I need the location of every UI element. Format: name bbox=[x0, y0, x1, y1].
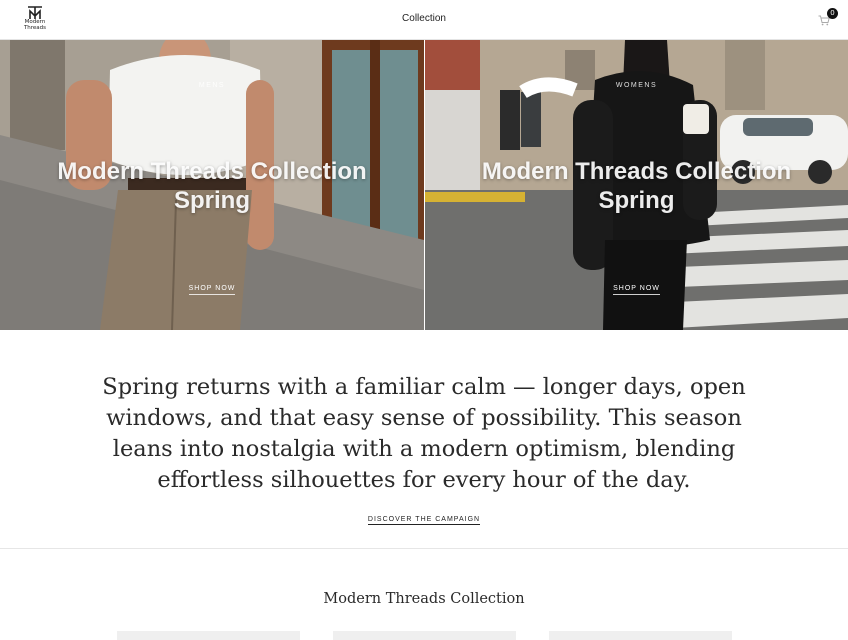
womens-panel-overlay: WOMENS Modern Threads Collection Spring … bbox=[425, 40, 848, 330]
collection-card[interactable] bbox=[549, 631, 732, 640]
nav-collection-label[interactable]: Collection bbox=[402, 13, 446, 24]
hero-banner: MENS Modern Threads Collection Spring SH… bbox=[0, 40, 848, 330]
hero-panel-mens[interactable]: MENS Modern Threads Collection Spring SH… bbox=[0, 40, 424, 330]
hero-panel-womens[interactable]: WOMENS Modern Threads Collection Spring … bbox=[425, 40, 848, 330]
campaign-intro: Spring returns with a familiar calm — lo… bbox=[0, 330, 848, 549]
mens-title: Modern Threads Collection Spring bbox=[57, 158, 367, 214]
mens-kicker: MENS bbox=[198, 82, 226, 89]
collection-heading: Modern Threads Collection bbox=[323, 591, 525, 607]
womens-kicker: WOMENS bbox=[615, 82, 658, 89]
womens-shop-now-link[interactable]: SHOP NOW bbox=[613, 285, 660, 295]
mens-cta-wrap: SHOP NOW bbox=[0, 277, 424, 295]
mens-shop-now-link[interactable]: SHOP NOW bbox=[188, 285, 236, 295]
campaign-intro-text: Spring returns with a familiar calm — lo… bbox=[102, 374, 746, 493]
womens-title: Modern Threads Collection Spring bbox=[481, 158, 792, 214]
site-header: Modern Threads Collection 0 bbox=[0, 0, 848, 40]
discover-campaign-link[interactable]: DISCOVER THE CAMPAIGN bbox=[367, 516, 481, 525]
cart-button[interactable]: 0 bbox=[816, 8, 838, 30]
nav-collection-link: Collection bbox=[0, 13, 848, 24]
womens-cta-wrap: SHOP NOW bbox=[425, 277, 848, 295]
mens-panel-overlay: MENS Modern Threads Collection Spring SH… bbox=[0, 40, 424, 330]
collection-card[interactable] bbox=[117, 631, 300, 640]
cart-count-badge: 0 bbox=[827, 8, 838, 19]
collection-card[interactable] bbox=[333, 631, 516, 640]
logo-line-2: Threads bbox=[23, 24, 47, 31]
campaign-link-wrap: DISCOVER THE CAMPAIGN bbox=[0, 508, 848, 526]
